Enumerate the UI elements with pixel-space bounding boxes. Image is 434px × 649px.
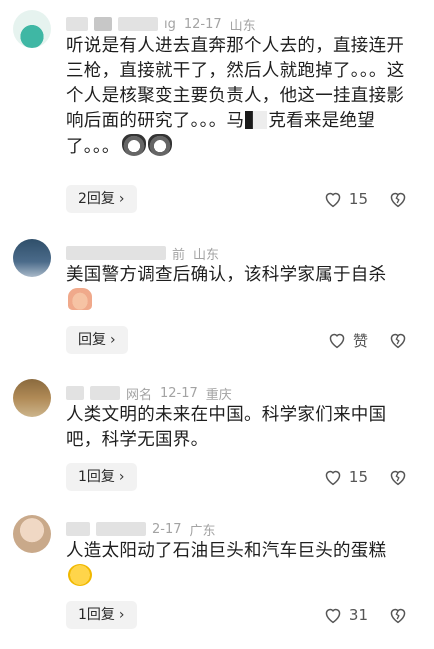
like-count: 31 [348, 606, 368, 624]
chevron-right-icon: › [118, 607, 125, 623]
comment-meta: 2-17 广东 [66, 520, 224, 539]
pray-emoji-icon [68, 288, 92, 310]
heart-outline-icon [329, 333, 345, 349]
reply-button[interactable]: 1回复 › [66, 601, 137, 629]
broken-heart-icon [390, 333, 406, 349]
dislike-button[interactable] [386, 463, 410, 491]
broken-heart-icon [390, 192, 406, 208]
username-blur [66, 246, 166, 260]
reply-button[interactable]: 回复 › [66, 326, 128, 354]
comment-date: 12-17 [183, 16, 222, 32]
username-blur [66, 17, 88, 31]
comment-text-part: 人类文明的未来在中国。科学家们来中国吧，科学无国界。 [66, 405, 387, 450]
username-blur [66, 522, 90, 536]
broken-heart-icon [390, 608, 406, 624]
reply-label: 2回复 [78, 191, 115, 207]
like-button[interactable]: 15 [323, 463, 368, 491]
heart-outline-icon [325, 470, 341, 486]
cat-emoji-icon [147, 134, 172, 156]
comment-meta: 前 山东 [66, 244, 227, 263]
chevron-right-icon: › [118, 469, 125, 485]
username-blur [90, 386, 120, 400]
username-blur [94, 17, 112, 31]
avatar[interactable] [13, 10, 51, 48]
reply-button[interactable]: 1回复 › [66, 463, 137, 491]
avatar[interactable] [13, 379, 51, 417]
comment-location: 广东 [189, 523, 216, 539]
reply-label: 1回复 [78, 607, 115, 623]
time-ago: 前 [172, 247, 186, 263]
dislike-button[interactable] [386, 185, 410, 213]
comment-text-part: 人造太阳动了石油巨头和汽车巨头的蛋糕 [66, 541, 387, 561]
reply-label: 1回复 [78, 469, 115, 485]
redacted-name [245, 111, 268, 129]
dislike-button[interactable] [386, 601, 410, 629]
comment-text: 人类文明的未来在中国。科学家们来中国吧，科学无国界。 [66, 403, 406, 453]
chevron-right-icon: › [110, 332, 116, 348]
like-button[interactable]: 15 [323, 185, 368, 213]
broken-heart-icon [390, 470, 406, 486]
like-count: 15 [348, 190, 368, 208]
smirk-emoji-icon [68, 564, 92, 586]
comment-date: 2-17 [152, 521, 182, 537]
username-tail: ıg [164, 16, 176, 32]
like-count: 赞 [352, 331, 368, 350]
chevron-right-icon: › [118, 191, 125, 207]
reply-button[interactable]: 2回复 › [66, 185, 137, 213]
username-blur [118, 17, 158, 31]
like-button[interactable]: 31 [323, 601, 368, 629]
comment-meta: 网名 12-17 重庆 [66, 384, 240, 403]
username-blur [66, 386, 84, 400]
comment-date: 12-17 [160, 385, 198, 401]
dislike-button[interactable] [386, 326, 410, 354]
comment-text: 听说是有人进去直奔那个人去的，直接连开三枪，直接就干了，然后人就跑掉了。。。这个… [66, 34, 406, 160]
comment-location: 山东 [193, 247, 220, 263]
comment-text-part: 美国警方调查后确认，该科学家属于自杀 [66, 265, 387, 285]
heart-outline-icon [325, 192, 341, 208]
comment-text: 人造太阳动了石油巨头和汽车巨头的蛋糕 [66, 539, 406, 590]
cat-emoji-icon [121, 134, 146, 156]
comment-text: 美国警方调查后确认，该科学家属于自杀 [66, 263, 406, 314]
avatar[interactable] [13, 515, 51, 553]
heart-outline-icon [325, 608, 341, 624]
comment-meta: ıg 12-17 山东 [66, 15, 264, 34]
username-blur [96, 522, 146, 536]
comment-location: 重庆 [205, 387, 232, 403]
like-count: 15 [348, 468, 368, 486]
avatar[interactable] [13, 239, 51, 277]
like-button[interactable]: 赞 [327, 326, 368, 354]
comment-location: 山东 [229, 18, 256, 34]
username-tail: 网名 [126, 387, 153, 403]
reply-label: 回复 [78, 332, 106, 348]
